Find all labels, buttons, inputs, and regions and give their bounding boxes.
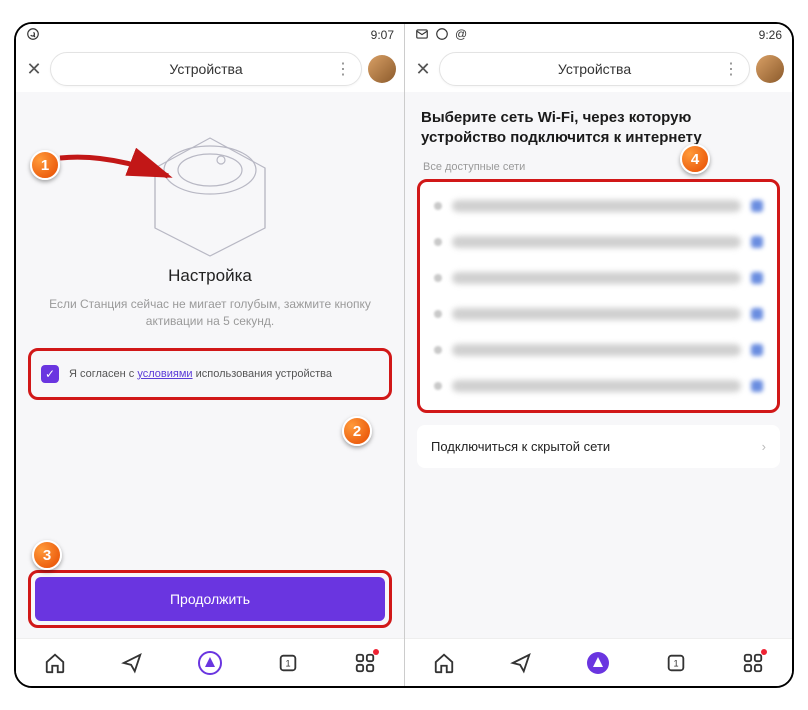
- close-icon[interactable]: ✕: [413, 59, 433, 79]
- network-item[interactable]: [420, 260, 777, 296]
- avatar[interactable]: [756, 55, 784, 83]
- bottom-nav: 1: [16, 638, 404, 686]
- tabs-icon[interactable]: 1: [276, 651, 300, 675]
- clock: 9:07: [371, 28, 394, 42]
- continue-button[interactable]: Продолжить: [35, 577, 385, 621]
- network-item[interactable]: [420, 188, 777, 224]
- network-item[interactable]: [420, 368, 777, 404]
- status-bar: @ 9:26: [405, 24, 792, 46]
- kebab-icon[interactable]: ⋮: [335, 59, 351, 79]
- arrow-icon: [58, 148, 178, 198]
- send-icon[interactable]: [120, 651, 144, 675]
- badge-1: 1: [30, 150, 60, 180]
- lock-icon: [751, 308, 763, 320]
- setup-title: Настройка: [28, 266, 392, 286]
- badge-3: 3: [32, 540, 62, 570]
- alice-icon[interactable]: [586, 651, 610, 675]
- at-icon: @: [455, 27, 467, 44]
- whatsapp-icon: [26, 27, 40, 44]
- lock-icon: [751, 380, 763, 392]
- lock-icon: [751, 200, 763, 212]
- whatsapp-icon: [435, 27, 449, 44]
- networks-label: Все доступные сети: [423, 161, 774, 173]
- tabs-icon[interactable]: 1: [664, 651, 688, 675]
- hidden-network-label: Подключиться к скрытой сети: [431, 439, 610, 454]
- svg-text:1: 1: [673, 658, 678, 668]
- lock-icon: [751, 344, 763, 356]
- send-icon[interactable]: [509, 651, 533, 675]
- svg-text:1: 1: [285, 658, 290, 668]
- hidden-network-button[interactable]: Подключиться к скрытой сети ›: [417, 425, 780, 468]
- alice-icon[interactable]: [198, 651, 222, 675]
- network-item[interactable]: [420, 224, 777, 260]
- close-icon[interactable]: ✕: [24, 59, 44, 79]
- search-bar[interactable]: Устройства ⋮: [439, 52, 750, 86]
- networks-list: [417, 179, 780, 413]
- chevron-right-icon: ›: [762, 439, 766, 454]
- phone-left: 9:07 ✕ Устройства ⋮ Настройка Если Станц…: [16, 24, 404, 686]
- continue-highlight: Продолжить: [28, 570, 392, 628]
- network-item[interactable]: [420, 332, 777, 368]
- status-bar: 9:07: [16, 24, 404, 46]
- wifi-heading: Выберите сеть Wi-Fi, через которую устро…: [421, 108, 776, 149]
- search-bar[interactable]: Устройства ⋮: [50, 52, 362, 86]
- badge-4: 4: [680, 144, 710, 174]
- home-icon[interactable]: [43, 651, 67, 675]
- setup-subtitle: Если Станция сейчас не мигает голубым, з…: [44, 296, 376, 330]
- apps-icon[interactable]: [353, 651, 377, 675]
- consent-text: Я согласен с условиями использования уст…: [69, 368, 332, 380]
- badge-2: 2: [342, 416, 372, 446]
- lock-icon: [751, 236, 763, 248]
- consent-checkbox[interactable]: ✓: [41, 365, 59, 383]
- avatar[interactable]: [368, 55, 396, 83]
- header-row: ✕ Устройства ⋮: [405, 46, 792, 92]
- home-icon[interactable]: [432, 651, 456, 675]
- clock: 9:26: [759, 28, 782, 42]
- lock-icon: [751, 272, 763, 284]
- header-row: ✕ Устройства ⋮: [16, 46, 404, 92]
- header-title: Устройства: [558, 61, 631, 77]
- apps-icon[interactable]: [741, 651, 765, 675]
- phone-right: @ 9:26 ✕ Устройства ⋮ Выберите сеть Wi-F…: [404, 24, 792, 686]
- mail-icon: [415, 27, 429, 44]
- bottom-nav: 1: [405, 638, 792, 686]
- header-title: Устройства: [169, 61, 242, 77]
- kebab-icon[interactable]: ⋮: [723, 59, 739, 79]
- network-item[interactable]: [420, 296, 777, 332]
- consent-box: ✓ Я согласен с условиями использования у…: [28, 348, 392, 400]
- terms-link[interactable]: условиями: [137, 368, 192, 380]
